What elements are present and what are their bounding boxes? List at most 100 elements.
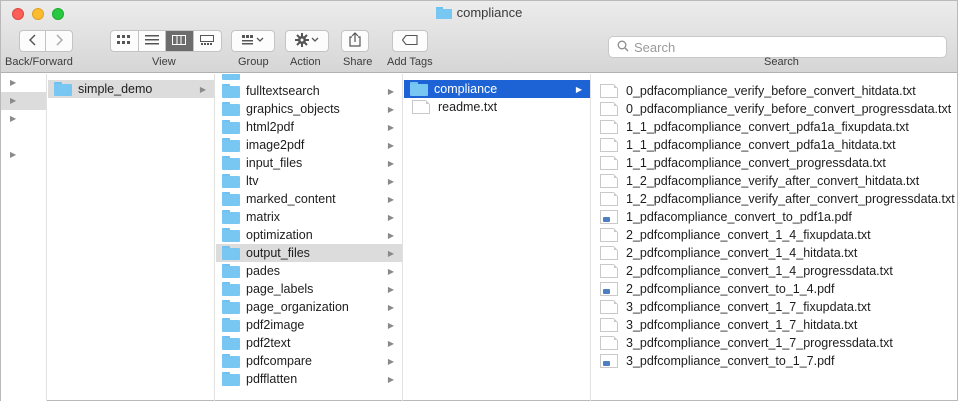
icon-view-button[interactable] — [111, 31, 139, 51]
list-item[interactable]: 3_pdfcompliance_convert_to_1_7.pdf — [592, 352, 957, 370]
search-icon — [617, 40, 629, 55]
chevron-right-icon: ▶ — [387, 104, 395, 114]
add-tags-button[interactable] — [392, 30, 428, 52]
list-item[interactable]: 3_pdfcompliance_convert_1_7_hitdata.txt — [592, 316, 957, 334]
list-item-label: simple_demo — [78, 82, 153, 96]
chevron-right-icon: ▶ — [387, 230, 395, 240]
list-item[interactable]: 2_pdfcompliance_convert_1_4_fixupdata.tx… — [592, 226, 957, 244]
list-item-label: pdf2text — [246, 336, 291, 350]
list-item[interactable]: pdfflatten ▶ — [216, 370, 402, 388]
list-item[interactable]: matrix ▶ — [216, 208, 402, 226]
share-button[interactable] — [341, 30, 369, 52]
list-item[interactable]: 2_pdfcompliance_convert_to_1_4.pdf — [592, 280, 957, 298]
chevron-left-icon — [28, 33, 37, 49]
folder-icon — [222, 318, 240, 332]
list-item-label: compliance — [434, 82, 498, 96]
list-item[interactable]: 3_pdfcompliance_convert_1_7_progressdata… — [592, 334, 957, 352]
back-button[interactable] — [20, 31, 46, 51]
column-view-button[interactable] — [166, 31, 194, 51]
list-item-label: 1_1_pdfacompliance_convert_pdfa1a_fixupd… — [626, 120, 909, 134]
column-simple-demo: fulltextsearch ▶ graphics_objects ▶ html2p… — [216, 74, 403, 401]
list-item[interactable]: optimization ▶ — [216, 226, 402, 244]
list-item-label: ltv — [246, 174, 259, 188]
list-item[interactable]: 1_1_pdfacompliance_convert_pdfa1a_fixupd… — [592, 118, 957, 136]
search-field[interactable]: Search — [608, 36, 947, 58]
list-item[interactable] — [216, 74, 402, 82]
gallery-view-button[interactable] — [194, 31, 221, 51]
text-file-icon — [600, 120, 618, 134]
list-item-label: output_files — [246, 246, 310, 260]
tag-icon — [401, 34, 418, 48]
list-item[interactable]: ltv ▶ — [216, 172, 402, 190]
list-item[interactable]: page_organization ▶ — [216, 298, 402, 316]
column-compliance: 0_pdfacompliance_verify_before_convert_h… — [592, 74, 957, 401]
chevron-right-icon: ▶ — [199, 84, 207, 94]
folder-icon — [222, 156, 240, 170]
list-view-button[interactable] — [139, 31, 166, 51]
column-output-files: compliance ▶ readme.txt — [404, 74, 591, 401]
chevron-right-icon: ▶ — [387, 302, 395, 312]
list-item[interactable]: pades ▶ — [216, 262, 402, 280]
folder-icon — [222, 102, 240, 116]
list-item-label: marked_content — [246, 192, 336, 206]
pdf-file-icon — [600, 354, 618, 368]
list-item-label: readme.txt — [438, 100, 498, 114]
list-item[interactable]: pdfcompare ▶ — [216, 352, 402, 370]
list-item[interactable]: 1_2_pdfacompliance_verify_after_convert_… — [592, 190, 957, 208]
list-item[interactable]: 2_pdfcompliance_convert_1_4_progressdata… — [592, 262, 957, 280]
list-item[interactable]: graphics_objects ▶ — [216, 100, 402, 118]
list-item-label: 2_pdfcompliance_convert_1_4_progressdata… — [626, 264, 893, 278]
list-item[interactable]: 1_pdfacompliance_convert_to_pdf1a.pdf — [592, 208, 957, 226]
chevron-right-icon: ▶ — [387, 212, 395, 222]
list-item[interactable]: 3_pdfcompliance_convert_1_7_fixupdata.tx… — [592, 298, 957, 316]
list-item[interactable]: pdf2image ▶ — [216, 316, 402, 334]
folder-icon — [222, 74, 240, 80]
view-label: View — [152, 56, 176, 68]
chevron-right-icon: ▶ — [387, 194, 395, 204]
list-item-label: pdfcompare — [246, 354, 313, 368]
list-item[interactable]: pdf2text ▶ — [216, 334, 402, 352]
text-file-icon — [600, 192, 618, 206]
chevron-right-icon: ▶ — [387, 158, 395, 168]
list-item[interactable]: page_labels ▶ — [216, 280, 402, 298]
text-file-icon — [600, 228, 618, 242]
chevron-right-icon: ▶ — [387, 284, 395, 294]
disclosure-triangle-icon[interactable]: ▶ — [10, 114, 16, 123]
list-item[interactable]: 1_1_pdfacompliance_convert_pdfa1a_hitdat… — [592, 136, 957, 154]
forward-button[interactable] — [46, 31, 72, 51]
text-file-icon — [600, 138, 618, 152]
list-item[interactable]: marked_content ▶ — [216, 190, 402, 208]
list-item-label: 3_pdfcompliance_convert_1_7_fixupdata.tx… — [626, 300, 871, 314]
text-file-icon — [600, 174, 618, 188]
disclosure-triangle-icon[interactable]: ▶ — [10, 150, 16, 159]
folder-icon — [54, 82, 72, 96]
disclosure-triangle-icon[interactable]: ▶ — [10, 78, 16, 87]
list-item-label: 1_pdfacompliance_convert_to_pdf1a.pdf — [626, 210, 852, 224]
folder-icon — [222, 228, 240, 242]
list-item[interactable]: 0_pdfacompliance_verify_before_convert_h… — [592, 82, 957, 100]
list-item[interactable]: html2pdf ▶ — [216, 118, 402, 136]
chevron-right-icon — [55, 33, 64, 49]
list-item[interactable]: 1_2_pdfacompliance_verify_after_convert_… — [592, 172, 957, 190]
list-item[interactable]: input_files ▶ — [216, 154, 402, 172]
list-item[interactable]: fulltextsearch ▶ — [216, 82, 402, 100]
action-label: Action — [290, 56, 321, 68]
list-item[interactable]: readme.txt — [404, 98, 590, 116]
folder-icon — [222, 282, 240, 296]
list-item[interactable]: output_files ▶ — [216, 244, 402, 262]
list-item[interactable]: 1_1_pdfacompliance_convert_progressdata.… — [592, 154, 957, 172]
group-button[interactable] — [231, 30, 275, 52]
list-item[interactable]: compliance ▶ — [404, 80, 590, 98]
selected-row-band — [1, 92, 46, 110]
view-control — [110, 30, 222, 52]
list-item[interactable]: image2pdf ▶ — [216, 136, 402, 154]
chevron-right-icon: ▶ — [387, 140, 395, 150]
add-tags-label: Add Tags — [387, 56, 433, 68]
action-button[interactable] — [285, 30, 329, 52]
list-item[interactable]: 2_pdfcompliance_convert_1_4_hitdata.txt — [592, 244, 957, 262]
folder-icon — [222, 354, 240, 368]
list-item[interactable]: simple_demo ▶ — [48, 80, 214, 98]
list-item[interactable]: 0_pdfacompliance_verify_before_convert_p… — [592, 100, 957, 118]
disclosure-triangle-icon[interactable]: ▶ — [10, 96, 16, 105]
list-icon — [144, 34, 159, 48]
